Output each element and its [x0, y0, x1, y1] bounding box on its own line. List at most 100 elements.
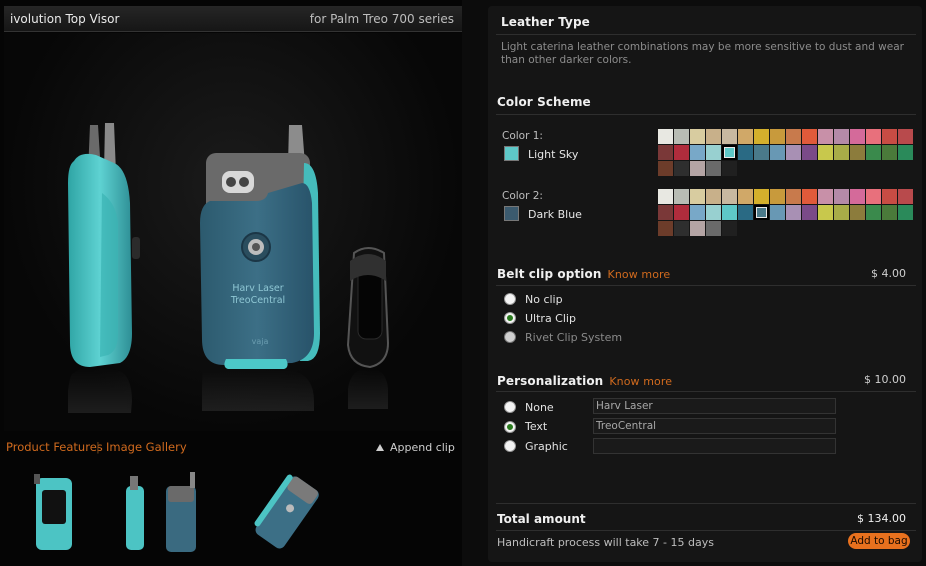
color-swatch[interactable] — [882, 205, 897, 220]
thumbnail-1[interactable] — [20, 468, 100, 558]
color-swatch[interactable] — [658, 161, 673, 176]
color-swatch[interactable] — [850, 205, 865, 220]
color-swatch[interactable] — [802, 129, 817, 144]
thumbnail-2[interactable] — [118, 468, 198, 558]
color-swatch[interactable] — [754, 205, 769, 220]
radio-button[interactable] — [504, 312, 516, 324]
radio-option[interactable]: Text — [504, 419, 547, 435]
color-swatch[interactable] — [738, 205, 753, 220]
color-swatch[interactable] — [834, 189, 849, 204]
color-swatch[interactable] — [706, 161, 721, 176]
color-swatch[interactable] — [722, 205, 737, 220]
color-swatch[interactable] — [898, 189, 913, 204]
color-swatch[interactable] — [834, 145, 849, 160]
color-swatch[interactable] — [866, 129, 881, 144]
color-swatch[interactable] — [786, 145, 801, 160]
color-swatch[interactable] — [802, 205, 817, 220]
product-features-link[interactable]: Product Features — [6, 440, 103, 454]
color-swatch[interactable] — [658, 145, 673, 160]
color-swatch[interactable] — [770, 205, 785, 220]
color-swatch[interactable] — [882, 129, 897, 144]
radio-option[interactable]: No clip — [504, 291, 563, 307]
radio-button[interactable] — [504, 420, 516, 433]
color-swatch[interactable] — [674, 161, 689, 176]
color-swatch[interactable] — [706, 145, 721, 160]
add-to-bag-button[interactable]: Add to bag — [848, 533, 910, 549]
color-swatch[interactable] — [722, 161, 737, 176]
color-swatch[interactable] — [722, 129, 737, 144]
color-swatch[interactable] — [770, 129, 785, 144]
color-swatch[interactable] — [866, 145, 881, 160]
color-swatch[interactable] — [754, 189, 769, 204]
color-swatch[interactable] — [674, 129, 689, 144]
color-swatch[interactable] — [690, 205, 705, 220]
radio-button[interactable] — [504, 293, 516, 305]
color-swatch[interactable] — [658, 129, 673, 144]
color-swatch[interactable] — [786, 189, 801, 204]
color-swatch[interactable] — [658, 189, 673, 204]
personalization-graphic-input[interactable] — [593, 438, 836, 454]
color-swatch[interactable] — [818, 129, 833, 144]
color-swatch[interactable] — [690, 161, 705, 176]
personalization-know-more-link[interactable]: Know more — [609, 375, 672, 388]
color-swatch[interactable] — [754, 129, 769, 144]
color-swatch[interactable] — [658, 221, 673, 236]
radio-button[interactable] — [504, 440, 516, 452]
color-swatch[interactable] — [738, 145, 753, 160]
color-swatch[interactable] — [818, 189, 833, 204]
color1-selected-swatch — [504, 146, 519, 161]
color-swatch[interactable] — [706, 221, 721, 236]
color-swatch[interactable] — [674, 189, 689, 204]
color-swatch[interactable] — [674, 145, 689, 160]
color-swatch[interactable] — [866, 205, 881, 220]
radio-option[interactable]: Ultra Clip — [504, 310, 576, 326]
color-swatch[interactable] — [690, 129, 705, 144]
color-swatch[interactable] — [690, 221, 705, 236]
color-swatch[interactable] — [706, 189, 721, 204]
color-swatch[interactable] — [834, 129, 849, 144]
thumbnail-3[interactable] — [248, 468, 328, 558]
image-gallery-link[interactable]: Image Gallery — [106, 440, 187, 454]
color-swatch[interactable] — [898, 129, 913, 144]
color-swatch[interactable] — [674, 205, 689, 220]
color-swatch[interactable] — [850, 145, 865, 160]
color-swatch[interactable] — [706, 205, 721, 220]
color-swatch[interactable] — [770, 189, 785, 204]
color-swatch[interactable] — [818, 205, 833, 220]
color1-name: Light Sky — [528, 148, 579, 161]
color-swatch[interactable] — [818, 145, 833, 160]
color-swatch[interactable] — [722, 189, 737, 204]
color-swatch[interactable] — [898, 145, 913, 160]
color-swatch[interactable] — [658, 205, 673, 220]
radio-button[interactable] — [504, 401, 516, 413]
color-swatch[interactable] — [802, 189, 817, 204]
personalization-line2-input[interactable] — [593, 418, 836, 434]
belt-clip-title-text: Belt clip option — [497, 267, 602, 281]
color-swatch[interactable] — [834, 205, 849, 220]
append-clip-button[interactable]: Append clip — [376, 441, 455, 454]
color-swatch[interactable] — [770, 145, 785, 160]
color-swatch[interactable] — [786, 205, 801, 220]
color-swatch[interactable] — [866, 189, 881, 204]
radio-option[interactable]: Graphic — [504, 438, 568, 454]
color-swatch[interactable] — [690, 145, 705, 160]
color-swatch[interactable] — [690, 189, 705, 204]
personalization-line1-input[interactable] — [593, 398, 836, 414]
color-swatch[interactable] — [674, 221, 689, 236]
color-swatch[interactable] — [754, 145, 769, 160]
color-swatch[interactable] — [706, 129, 721, 144]
belt-clip-know-more-link[interactable]: Know more — [608, 268, 671, 281]
color-swatch[interactable] — [738, 129, 753, 144]
color-swatch[interactable] — [850, 129, 865, 144]
color-swatch[interactable] — [850, 189, 865, 204]
color-swatch[interactable] — [882, 145, 897, 160]
personalization-title-text: Personalization — [497, 374, 604, 388]
color-swatch[interactable] — [786, 129, 801, 144]
color-swatch[interactable] — [722, 221, 737, 236]
color-swatch[interactable] — [722, 145, 737, 160]
color-swatch[interactable] — [802, 145, 817, 160]
color-swatch[interactable] — [882, 189, 897, 204]
color-swatch[interactable] — [738, 189, 753, 204]
color-swatch[interactable] — [898, 205, 913, 220]
radio-option[interactable]: None — [504, 399, 554, 415]
